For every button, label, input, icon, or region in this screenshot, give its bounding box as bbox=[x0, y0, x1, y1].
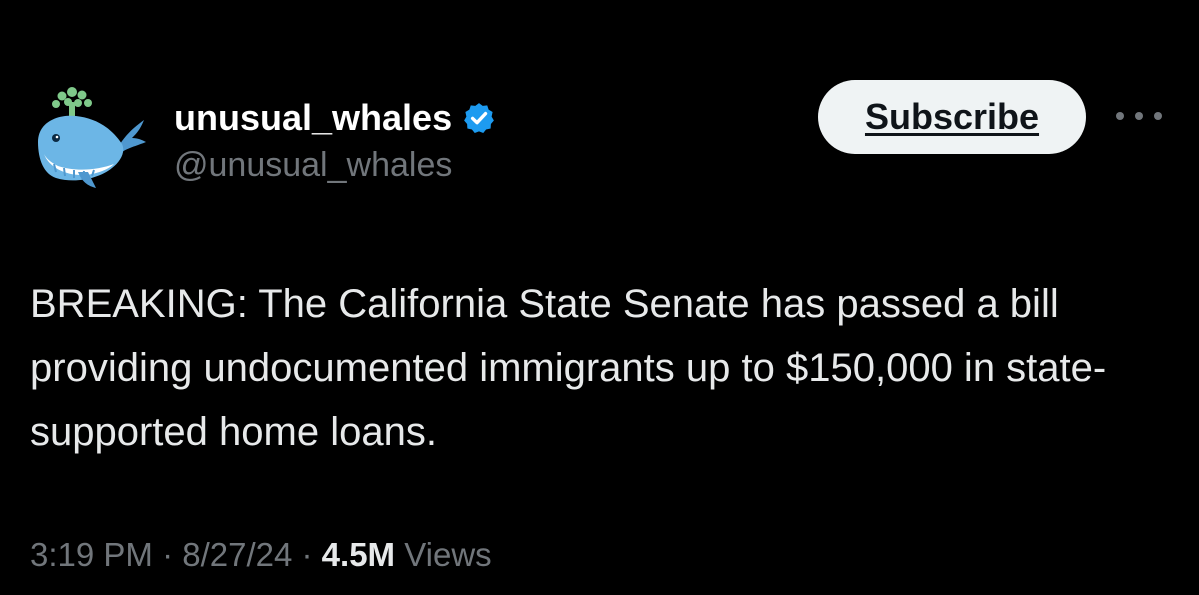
tweet-meta: 3:19 PM · 8/27/24 · 4.5M Views bbox=[30, 536, 492, 574]
more-options-icon[interactable] bbox=[1116, 104, 1162, 128]
views-label: Views bbox=[395, 536, 492, 573]
verified-badge-icon[interactable] bbox=[462, 101, 496, 135]
more-dot bbox=[1116, 112, 1124, 120]
more-dot bbox=[1154, 112, 1162, 120]
subscribe-button[interactable]: Subscribe bbox=[818, 80, 1086, 154]
tweet-time[interactable]: 3:19 PM bbox=[30, 536, 153, 573]
meta-separator: · bbox=[292, 536, 322, 573]
more-dot bbox=[1135, 112, 1143, 120]
tweet-text: BREAKING: The California State Senate ha… bbox=[30, 282, 1107, 454]
views-count: 4.5M bbox=[321, 536, 396, 573]
handle[interactable]: @unusual_whales bbox=[174, 146, 496, 185]
display-name[interactable]: unusual_whales bbox=[174, 97, 452, 139]
author-info: unusual_whales @unusual_whales bbox=[174, 96, 496, 185]
avatar[interactable] bbox=[28, 82, 148, 192]
tweet-card: unusual_whales @unusual_whales Subscribe… bbox=[0, 0, 1199, 595]
tweet-date[interactable]: 8/27/24 bbox=[182, 536, 292, 573]
meta-separator: · bbox=[152, 536, 183, 573]
whale-icon bbox=[38, 87, 146, 188]
display-name-row: unusual_whales bbox=[174, 96, 496, 140]
